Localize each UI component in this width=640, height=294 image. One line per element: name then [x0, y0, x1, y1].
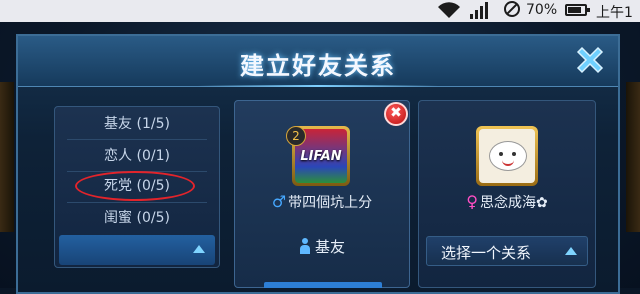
scene-edge-right [626, 82, 640, 232]
close-icon: ✖ [390, 105, 402, 121]
target-name-text: 思念成海✿ [479, 195, 548, 211]
dialog-header: 建立好友关系 [18, 36, 618, 87]
remove-friend-button[interactable]: ✖ [384, 102, 408, 126]
highlight-circle-annotation [75, 171, 195, 201]
battery-icon [565, 4, 590, 16]
clock: 上午1 [596, 5, 633, 21]
relation-list-collapse-button[interactable] [59, 235, 215, 265]
select-relation-dropdown[interactable]: 选择一个关系 [426, 236, 588, 266]
cat-face-image [489, 141, 527, 171]
relation-item-girlfriend[interactable]: 闺蜜 (0/5) [55, 203, 219, 233]
relation-list: 基友 (1/5) 恋人 (0/1) 死党 (0/5) 闺蜜 (0/5) [54, 106, 220, 268]
avatar-logo-text: LIFAN [300, 149, 342, 164]
scene-edge-left [0, 82, 14, 232]
friend-name: ♂ 带四個坑上分 [234, 192, 410, 212]
battery-percent: 70% [526, 2, 558, 18]
confirm-button-edge[interactable] [264, 282, 382, 288]
target-avatar [476, 126, 538, 186]
level-badge: 2 [286, 126, 306, 146]
signal-icon [468, 0, 490, 24]
wifi-icon [436, 0, 462, 24]
relation-item-lover[interactable]: 恋人 (0/1) [55, 141, 219, 171]
divider [67, 139, 207, 140]
current-relation-text: 基友 [314, 238, 345, 256]
relation-item-jiyou[interactable]: 基友 (1/5) [55, 109, 219, 139]
status-bar: 70% 上午1 [0, 0, 640, 22]
caret-up-icon [565, 247, 577, 255]
no-disturb-icon [503, 0, 521, 23]
caret-up-icon [193, 245, 205, 253]
female-icon: ♀ [466, 192, 478, 211]
person-icon [299, 238, 311, 254]
current-relation: 基友 [234, 236, 410, 257]
close-icon [576, 46, 604, 74]
male-icon: ♂ [271, 192, 287, 211]
select-relation-label: 选择一个关系 [441, 244, 532, 262]
close-button[interactable] [570, 40, 610, 80]
dialog-title: 建立好友关系 [240, 52, 396, 80]
target-name: ♀ 思念成海✿ [418, 192, 596, 212]
friend-name-text: 带四個坑上分 [288, 195, 373, 211]
